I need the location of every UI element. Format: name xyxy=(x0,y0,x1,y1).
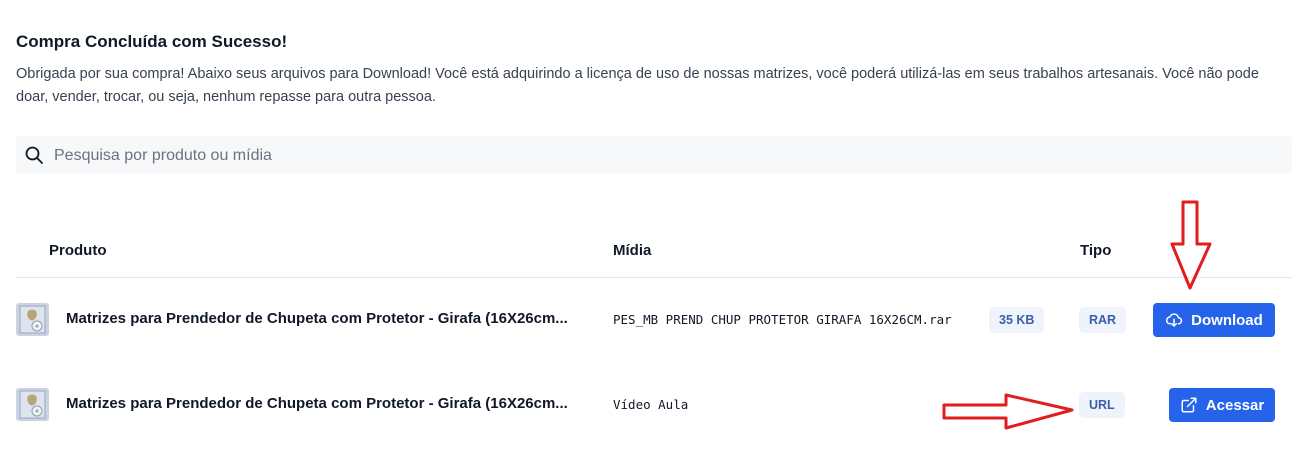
download-button-label: Download xyxy=(1191,311,1263,329)
type-badge: URL xyxy=(1079,392,1125,418)
product-thumbnail xyxy=(16,303,49,336)
annotation-arrow-down xyxy=(1170,200,1212,290)
download-button[interactable]: Download xyxy=(1153,303,1275,337)
media-file-name: PES_MB PREND CHUP PROTETOR GIRAFA 16X26C… xyxy=(613,312,952,327)
file-size-badge: 35 KB xyxy=(989,307,1045,333)
page-title: Compra Concluída com Sucesso! xyxy=(16,32,288,51)
media-name: Vídeo Aula xyxy=(613,397,689,412)
table-row: Matrizes para Prendedor de Chupeta com P… xyxy=(0,295,1292,345)
external-link-icon xyxy=(1181,397,1197,413)
product-thumbnail xyxy=(16,388,49,421)
column-header-tipo: Tipo xyxy=(1080,242,1112,259)
column-header-produto: Produto xyxy=(49,242,107,259)
type-badge: RAR xyxy=(1079,307,1127,333)
cloud-download-icon xyxy=(1166,313,1183,327)
search-icon xyxy=(25,146,43,164)
product-name: Matrizes para Prendedor de Chupeta com P… xyxy=(66,310,568,327)
annotation-arrow-right xyxy=(942,393,1074,430)
table-row: Matrizes para Prendedor de Chupeta com P… xyxy=(0,380,1292,430)
acessar-button-label: Acessar xyxy=(1205,396,1265,414)
acessar-button[interactable]: Acessar xyxy=(1169,388,1275,422)
product-name: Matrizes para Prendedor de Chupeta com P… xyxy=(66,395,568,412)
column-header-midia: Mídia xyxy=(613,242,652,259)
page-description: Obrigada por sua compra! Abaixo seus arq… xyxy=(16,66,1259,105)
search-bar[interactable] xyxy=(16,136,1292,176)
table-header-divider xyxy=(16,277,1292,278)
search-input[interactable] xyxy=(52,136,1256,176)
